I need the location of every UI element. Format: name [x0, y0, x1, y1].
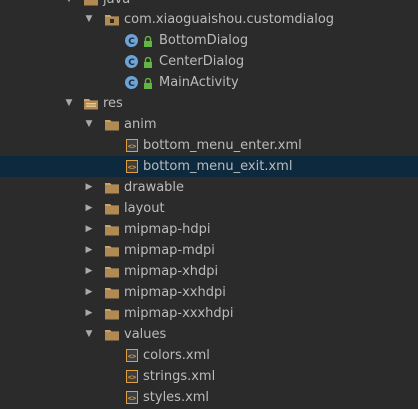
tree-node-anim[interactable]: ▼ anim — [0, 114, 418, 135]
folder-icon — [104, 180, 120, 195]
tree-node-label: layout — [124, 201, 165, 216]
lock-icon — [143, 55, 153, 67]
tree-node-values[interactable]: ▼ values — [0, 324, 418, 345]
lock-icon — [143, 34, 153, 46]
class-icon — [124, 75, 140, 90]
xml-file-icon — [124, 138, 140, 153]
expand-arrow-icon[interactable]: ▼ — [83, 324, 95, 345]
folder-icon — [104, 222, 120, 237]
xml-file-icon — [124, 159, 140, 174]
tree-node-folder[interactable]: ▶ mipmap-mdpi — [0, 240, 418, 261]
tree-node-label: mipmap-hdpi — [124, 222, 211, 237]
res-folder-icon — [83, 96, 99, 111]
tree-node-label: bottom_menu_exit.xml — [143, 159, 293, 174]
tree-node-file-selected[interactable]: bottom_menu_exit.xml — [0, 156, 418, 177]
tree-node-folder[interactable]: ▶ drawable — [0, 177, 418, 198]
xml-file-icon — [124, 390, 140, 405]
tree-node-label: strings.xml — [143, 369, 216, 384]
tree-node-package[interactable]: ▼ com.xiaoguaishou.customdialog — [0, 9, 418, 30]
xml-file-icon — [124, 369, 140, 384]
xml-file-icon — [124, 348, 140, 363]
folder-icon — [104, 327, 120, 342]
tree-node-label: anim — [124, 117, 157, 132]
tree-node-label: com.xiaoguaishou.customdialog — [124, 12, 335, 27]
tree-node-label: bottom_menu_enter.xml — [143, 138, 302, 153]
collapse-arrow-icon[interactable]: ▶ — [83, 303, 95, 324]
tree-node-label: MainActivity — [159, 75, 239, 90]
tree-node-folder[interactable]: ▶ mipmap-xxxhdpi — [0, 303, 418, 324]
tree-node-label: colors.xml — [143, 348, 210, 363]
tree-node-folder[interactable]: ▶ mipmap-xhdpi — [0, 261, 418, 282]
folder-icon — [104, 201, 120, 216]
tree-node-label: mipmap-mdpi — [124, 243, 215, 258]
expand-arrow-icon[interactable]: ▼ — [83, 9, 95, 30]
tree-node-file[interactable]: colors.xml — [0, 345, 418, 366]
tree-node-class[interactable]: MainActivity — [0, 72, 418, 93]
tree-node-label: mipmap-xhdpi — [124, 264, 219, 279]
tree-node-class[interactable]: CenterDialog — [0, 51, 418, 72]
collapse-arrow-icon[interactable]: ▶ — [83, 198, 95, 219]
tree-node-res[interactable]: ▼ res — [0, 93, 418, 114]
tree-node-file[interactable]: bottom_menu_enter.xml — [0, 135, 418, 156]
folder-icon — [104, 285, 120, 300]
collapse-arrow-icon[interactable]: ▶ — [83, 177, 95, 198]
folder-icon — [104, 117, 120, 132]
tree-node-label: res — [103, 96, 123, 111]
tree-node-file[interactable]: strings.xml — [0, 366, 418, 387]
project-tree: ▼ java ▼ com.xiaoguaishou.customdialog B… — [0, 0, 418, 409]
tree-node-folder[interactable]: ▶ mipmap-hdpi — [0, 219, 418, 240]
tree-node-label: values — [124, 327, 167, 342]
tree-node-file[interactable]: styles.xml — [0, 387, 418, 408]
folder-icon — [104, 243, 120, 258]
tree-node-folder[interactable]: ▶ layout — [0, 198, 418, 219]
tree-node-class[interactable]: BottomDialog — [0, 30, 418, 51]
tree-node-label: BottomDialog — [159, 33, 249, 48]
tree-node-label: styles.xml — [143, 390, 210, 405]
collapse-arrow-icon[interactable]: ▶ — [83, 240, 95, 261]
folder-icon — [104, 264, 120, 279]
tree-node-label: CenterDialog — [159, 54, 245, 69]
tree-node-label: mipmap-xxxhdpi — [124, 306, 234, 321]
class-icon — [124, 33, 140, 48]
folder-icon — [83, 0, 99, 7]
tree-node-label: mipmap-xxhdpi — [124, 285, 226, 300]
collapse-arrow-icon[interactable]: ▶ — [83, 219, 95, 240]
collapse-arrow-icon[interactable]: ▶ — [83, 261, 95, 282]
lock-icon — [143, 76, 153, 88]
tree-node-label: drawable — [124, 180, 185, 195]
class-icon — [124, 54, 140, 69]
tree-node-folder[interactable]: ▶ mipmap-xxhdpi — [0, 282, 418, 303]
collapse-arrow-icon[interactable]: ▶ — [83, 282, 95, 303]
expand-arrow-icon[interactable]: ▼ — [83, 114, 95, 135]
folder-icon — [104, 306, 120, 321]
package-icon — [104, 12, 120, 27]
expand-arrow-icon[interactable]: ▼ — [63, 93, 75, 114]
